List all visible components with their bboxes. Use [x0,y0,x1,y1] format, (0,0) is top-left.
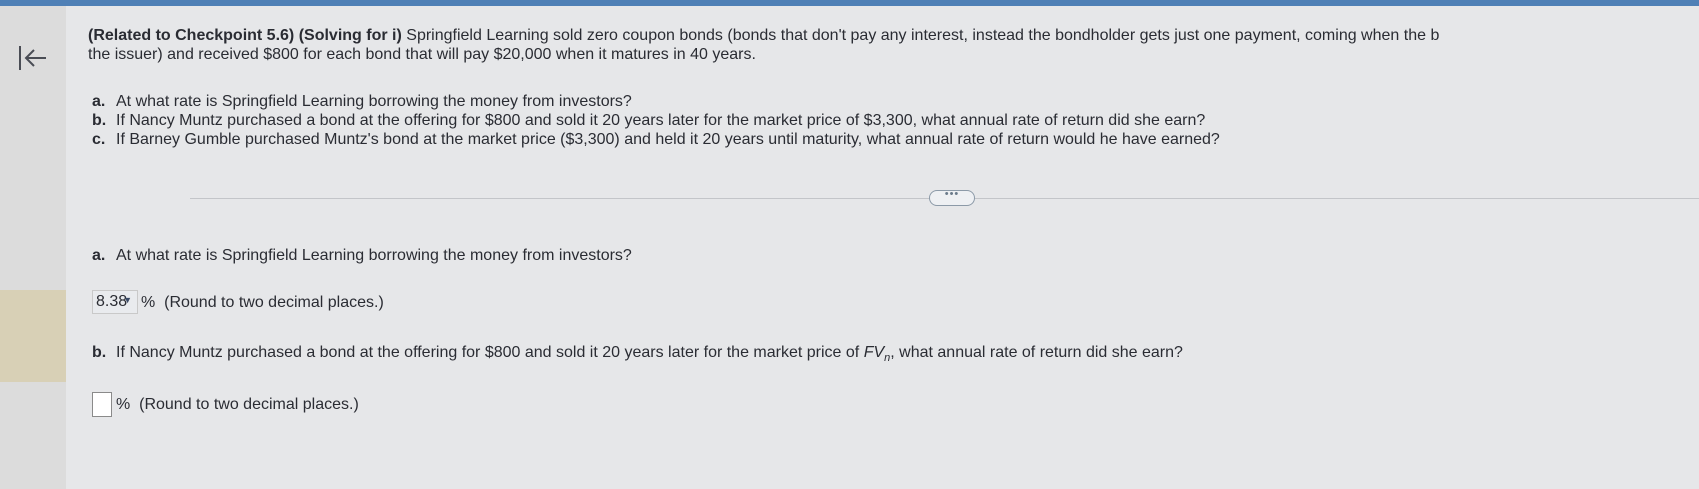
fv-symbol: FV [863,344,885,361]
unit-label: % [116,396,131,413]
checkpoint-label: (Related to Checkpoint 5.6) [88,27,295,44]
item-label: a. [92,93,106,110]
problem-item-a: a. At what rate is Springfield Learning b… [92,92,632,112]
intro-text: Springfield Learning sold zero coupon bo… [406,27,1440,44]
sidebar-highlight [0,290,66,382]
answer-b-unit-hint: % (Round to two decimal places.) [116,395,359,415]
item-text: At what rate is Springfield Learning bor… [116,93,632,110]
item-text: If Nancy Muntz purchased a bond at the o… [116,112,1206,129]
problem-intro-line1: (Related to Checkpoint 5.6) (Solving for… [88,26,1439,46]
collapse-left-icon[interactable] [14,40,50,76]
problem-item-b: b. If Nancy Muntz purchased a bond at the… [92,111,1205,131]
answer-b-input[interactable] [92,392,112,417]
item-label: a. [92,247,106,264]
answer-a-field[interactable]: 8.38 ▼ [92,290,138,314]
question-text-start: If Nancy Muntz purchased a bond at the o… [116,344,860,361]
item-label: c. [92,131,106,148]
edit-marker-icon: ▼ [123,295,132,305]
item-text: If Barney Gumble purchased Muntz's bond … [116,131,1220,148]
question-text-end: , what annual rate of return did she ear… [890,344,1183,361]
problem-item-c: c. If Barney Gumble purchased Muntz's bon… [92,130,1220,150]
answer-a-unit-hint: % (Round to two decimal places.) [141,293,384,313]
answer-question-a: a. At what rate is Springfield Learning b… [92,246,632,266]
left-sidebar [0,6,66,489]
unit-label: % [141,294,156,311]
expand-button[interactable]: ••• [929,188,975,206]
problem-intro-line2: the issuer) and received $800 for each b… [88,46,756,63]
item-label: b. [92,112,107,129]
round-hint: (Round to two decimal places.) [164,294,384,311]
question-text: At what rate is Springfield Learning bor… [116,247,632,264]
answer-question-b: b. If Nancy Muntz purchased a bond at the… [92,343,1183,368]
item-label: b. [92,344,107,361]
topic-label: (Solving for i) [298,27,402,44]
round-hint: (Round to two decimal places.) [139,396,359,413]
more-icon: ••• [944,188,960,200]
